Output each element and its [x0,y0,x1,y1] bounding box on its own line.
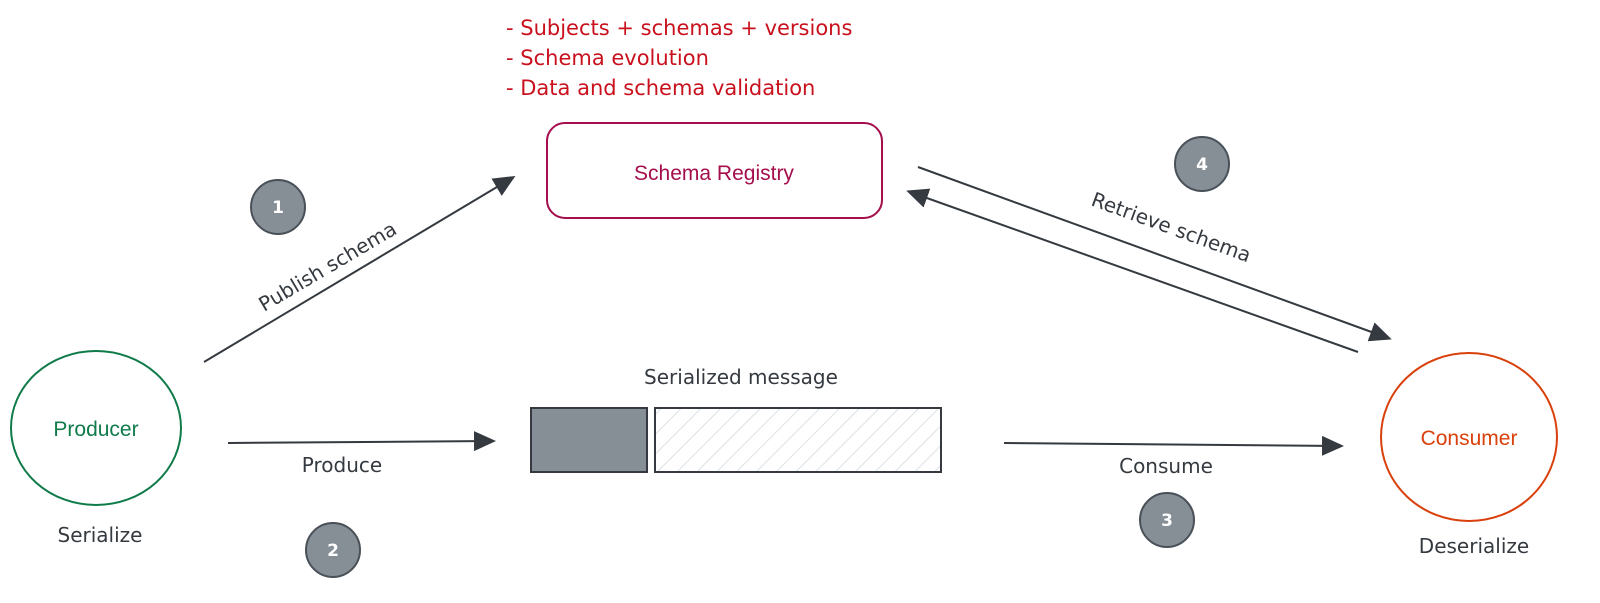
retrieve-schema-label: Retrieve schema [1088,187,1254,267]
schema-registry-diagram: - Subjects + schemas + versions - Schema… [10,16,1558,578]
producer-node[interactable]: Producer [10,350,182,506]
retrieve-request-arrow [917,166,1392,342]
note-item-subjects: - Subjects + schemas + versions [506,16,852,40]
step-badge-2: 2 [305,522,361,578]
svg-text:1: 1 [272,198,284,218]
svg-text:4: 4 [1196,155,1208,175]
svg-text:3: 3 [1161,511,1173,531]
serialize-label: Serialize [58,523,143,547]
step-badge-3: 3 [1139,492,1195,548]
consume-edge: Consume [1003,435,1344,478]
svg-text:2: 2 [327,541,339,561]
deserialize-label: Deserialize [1419,534,1529,558]
note-item-evolution: - Schema evolution [506,46,709,70]
schema-registry-label: Schema Registry [634,162,794,185]
producer-label: Producer [53,418,138,441]
payload-block [654,407,942,473]
retrieve-schema-edge: Retrieve schema [906,166,1392,353]
produce-label: Produce [302,453,382,477]
consume-arrow [1003,435,1344,456]
consumer-node[interactable]: Consumer [1380,352,1558,522]
consumer-label: Consumer [1421,427,1518,450]
schema-id-block [530,407,648,473]
step-badge-1: 1 [250,179,306,235]
step-badge-4: 4 [1174,136,1230,192]
produce-arrow [227,431,496,452]
consume-label: Consume [1119,454,1213,478]
schema-registry-node[interactable]: Schema Registry [546,122,883,219]
registry-notes: - Subjects + schemas + versions - Schema… [506,16,852,100]
serialized-message [530,407,942,473]
produce-edge: Produce [227,431,496,477]
serialized-message-label: Serialized message [644,365,838,389]
note-item-validation: - Data and schema validation [506,76,815,100]
